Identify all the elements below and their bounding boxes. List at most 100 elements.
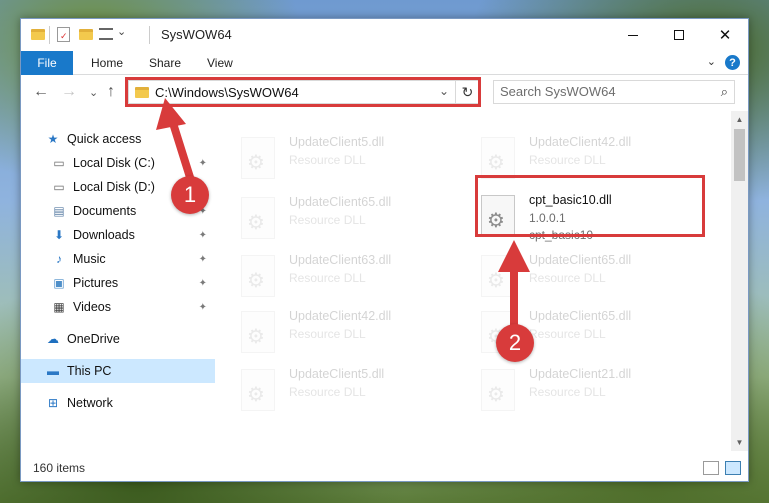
file-type: Resource DLL [529,153,606,167]
file-list: UpdateClient5.dllResource DLLUpdateClien… [217,111,733,451]
search-box[interactable]: ⌕ [493,80,735,104]
sidebar-item-label: Pictures [73,276,119,290]
file-item[interactable]: UpdateClient65.dll Resource DLL [481,251,703,307]
file-description: cpt_basic10 [529,228,594,242]
tab-view[interactable]: View [207,51,233,75]
dll-file-icon [481,195,515,237]
navigation-bar: ← → ⌄ ↑ C:\Windows\SysWOW64 ⌄ ↻ ⌕ [21,75,748,111]
file-item[interactable]: cpt_basic10.dll 1.0.0.1 cpt_basic10 [481,191,703,247]
pin-icon[interactable]: ✦ [199,254,207,265]
dll-file-icon [241,311,275,353]
sidebar-item-label: Downloads [73,228,135,242]
pin-icon[interactable]: ✦ [199,158,207,169]
quick-access-dropdown-icon[interactable]: ⌄ [117,25,126,41]
address-bar[interactable]: C:\Windows\SysWOW64 ⌄ ↻ [128,80,480,104]
details-view-icon[interactable] [703,461,719,475]
toolbar-divider [49,26,50,44]
file-item[interactable]: UpdateClient42.dll Resource DLL [481,133,703,189]
documents-icon: ▤ [53,204,65,218]
minimize-button[interactable] [610,19,656,51]
tiles-view-icon[interactable] [725,461,741,475]
vertical-scrollbar[interactable]: ▲ ▼ [731,111,748,451]
sidebar-item-documents[interactable]: ▤ Documents ✦ [21,199,215,223]
properties-icon[interactable]: ✓ [57,27,70,42]
file-name: UpdateClient5.dll [289,367,385,381]
dll-file-icon [481,137,515,179]
pin-icon[interactable]: ✦ [199,206,207,217]
pin-icon[interactable]: ✦ [199,278,207,289]
search-input[interactable] [500,84,700,99]
scroll-down-icon[interactable]: ▼ [731,434,748,451]
minimize-icon [628,34,638,36]
file-type: Resource DLL [289,153,366,167]
drive-icon: ▭ [53,156,65,170]
maximize-icon [674,30,684,40]
dll-file-icon [481,311,515,353]
pin-icon[interactable]: ✦ [199,182,207,193]
file-item[interactable]: UpdateClient63.dll Resource DLL [241,251,463,307]
pin-icon[interactable]: ✦ [199,230,207,241]
sidebar-item-onedrive[interactable]: ☁ OneDrive [21,327,215,351]
file-name: UpdateClient42.dll [529,135,632,149]
sidebar-item-label: Documents [73,204,137,218]
recent-locations-button[interactable]: ⌄ [89,85,98,101]
sidebar-item-label: Local Disk (C:) [73,156,155,170]
sidebar-item-network[interactable]: ⊞ Network [21,391,215,415]
up-button[interactable]: ↑ [107,84,115,100]
network-icon: ⊞ [47,396,59,410]
sidebar-item-quick-access[interactable]: ★ Quick access [21,127,215,151]
dll-file-icon [481,369,515,411]
computer-icon: ▬ [47,364,59,378]
file-name: UpdateClient42.dll [289,309,392,323]
sidebar-item-label: This PC [67,364,112,378]
address-dropdown-icon[interactable]: ⌄ [439,84,449,98]
forward-button[interactable]: → [61,84,77,100]
file-name: UpdateClient63.dll [289,253,392,267]
tab-file[interactable]: File [21,51,73,75]
help-icon[interactable]: ? [725,55,740,70]
close-button[interactable]: ✕ [702,19,748,51]
sidebar-item-this-pc[interactable]: ▬ This PC [21,359,215,383]
file-item[interactable]: UpdateClient65.dll Resource DLL [241,193,463,249]
sidebar-item-local-disk-c[interactable]: ▭ Local Disk (C:) ✦ [21,151,215,175]
file-item[interactable]: UpdateClient5.dll Resource DLL [241,365,463,421]
file-type: Resource DLL [529,385,606,399]
sidebar-item-music[interactable]: ♪ Music ✦ [21,247,215,271]
search-icon[interactable]: ⌕ [721,84,728,100]
file-name: UpdateClient65.dll [529,309,632,323]
pin-icon[interactable]: ✦ [199,302,207,313]
file-item[interactable]: UpdateClient65.dll Resource DLL [481,307,703,363]
sidebar-item-videos[interactable]: ▦ Videos ✦ [21,295,215,319]
maximize-button[interactable] [656,19,702,51]
file-name: cpt_basic10.dll [529,193,612,207]
file-item[interactable]: UpdateClient5.dll Resource DLL [241,133,463,189]
star-icon: ★ [47,132,59,146]
file-version: 1.0.0.1 [529,211,566,225]
file-item[interactable]: UpdateClient42.dll Resource DLL [241,307,463,363]
sidebar-item-label: OneDrive [67,332,120,346]
sidebar-item-downloads[interactable]: ⬇ Downloads ✦ [21,223,215,247]
close-icon: ✕ [718,27,732,44]
back-button[interactable]: ← [33,84,49,100]
dll-file-icon [241,137,275,179]
address-path[interactable]: C:\Windows\SysWOW64 [155,85,299,100]
tab-share[interactable]: Share [149,51,181,75]
scroll-up-icon[interactable]: ▲ [731,111,748,128]
new-folder-icon[interactable] [79,29,93,40]
video-icon: ▦ [53,300,65,314]
folder-icon [135,87,149,98]
status-bar: 160 items [21,455,748,481]
file-name: UpdateClient65.dll [289,195,392,209]
music-icon: ♪ [56,252,62,266]
file-item[interactable]: UpdateClient21.dll Resource DLL [481,365,703,421]
refresh-button[interactable]: ↻ [455,81,479,103]
tab-home[interactable]: Home [91,51,123,75]
sidebar-item-pictures[interactable]: ▣ Pictures ✦ [21,271,215,295]
customize-toolbar-icon[interactable] [99,28,113,40]
scroll-thumb[interactable] [734,129,745,181]
expand-ribbon-icon[interactable]: ⌄ [707,55,716,68]
sidebar-item-label: Local Disk (D:) [73,180,155,194]
file-explorer-window: ✓ ⌄ SysWOW64 ✕ File Home Share View ⌄ ? … [20,18,749,482]
drive-icon: ▭ [53,180,65,194]
sidebar-item-local-disk-d[interactable]: ▭ Local Disk (D:) ✦ [21,175,215,199]
